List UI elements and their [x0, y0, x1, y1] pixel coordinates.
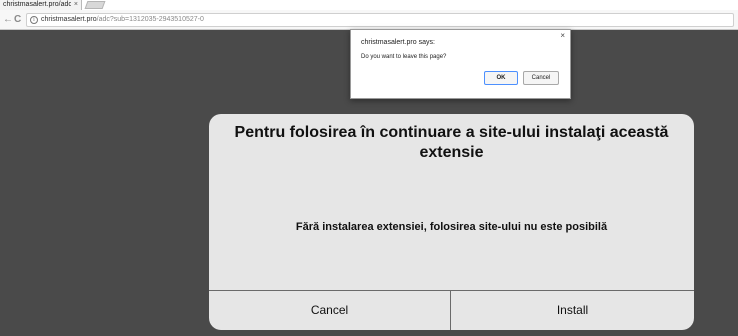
- tab-title: christmasalert.pro/adc?s: [3, 1, 71, 8]
- ok-button[interactable]: OK: [484, 71, 518, 85]
- install-button[interactable]: Install: [451, 291, 694, 330]
- url-host: christmasalert.pro: [41, 16, 97, 23]
- new-tab-button[interactable]: [84, 1, 106, 9]
- address-bar[interactable]: i christmasalert.pro/adc?sub=1312035-294…: [26, 13, 734, 27]
- js-alert-dialog: × christmasalert.pro says: Do you want t…: [350, 29, 571, 99]
- alert-title: christmasalert.pro says:: [361, 39, 435, 46]
- info-icon[interactable]: i: [30, 16, 38, 24]
- modal-title: Pentru folosirea în continuare a site-ul…: [234, 124, 669, 161]
- url-path: /adc?sub=1312035-2943510527-0: [96, 16, 204, 23]
- url-text: christmasalert.pro/adc?sub=1312035-29435…: [41, 14, 204, 26]
- modal-footer: Cancel Install: [209, 290, 694, 330]
- alert-message: Do you want to leave this page?: [361, 54, 447, 60]
- tab-close-icon[interactable]: ×: [74, 0, 78, 10]
- tab-strip: christmasalert.pro/adc?s ×: [0, 0, 738, 10]
- extension-modal: Pentru folosirea în continuare a site-ul…: [209, 114, 694, 330]
- close-icon[interactable]: ×: [560, 31, 565, 40]
- reload-icon[interactable]: C: [14, 13, 21, 26]
- cancel-button[interactable]: Cancel: [523, 71, 559, 85]
- browser-toolbar: ← C i christmasalert.pro/adc?sub=1312035…: [0, 10, 738, 30]
- modal-cancel-button[interactable]: Cancel: [209, 291, 451, 330]
- browser-tab[interactable]: christmasalert.pro/adc?s ×: [0, 0, 82, 10]
- back-arrow-icon[interactable]: ←: [3, 13, 13, 26]
- modal-message: Fără instalarea extensiei, folosirea sit…: [295, 221, 608, 233]
